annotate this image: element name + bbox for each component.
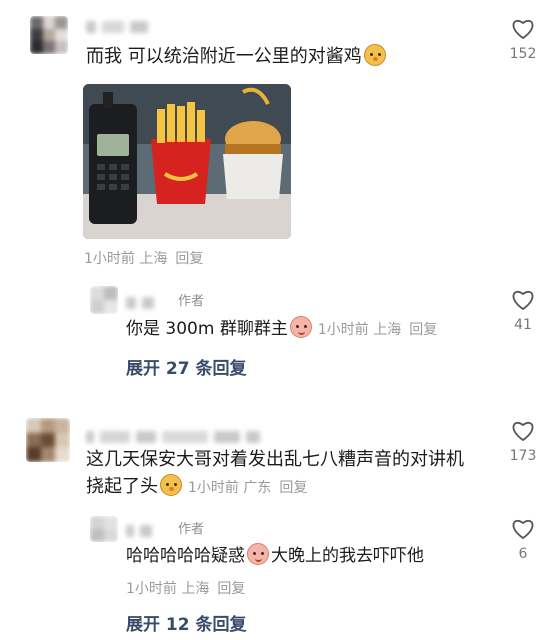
like-button[interactable]: 152 xyxy=(503,18,543,62)
reply-meta: 1小时前 上海 回复 xyxy=(317,322,438,338)
chick-emoji-icon xyxy=(160,474,182,496)
avatar[interactable] xyxy=(26,418,70,462)
username[interactable] xyxy=(86,18,154,33)
peach-emoji-icon xyxy=(289,316,312,338)
comment-text-line2: 挠起了头 1小时前 广东 回复 xyxy=(86,474,308,497)
username[interactable] xyxy=(126,294,160,309)
reply-meta: 1小时前 上海 回复 xyxy=(126,581,246,597)
like-button[interactable]: 41 xyxy=(503,289,543,333)
peach-emoji-icon xyxy=(247,543,269,565)
photo-illustration xyxy=(83,84,291,239)
author-tag: 作者 xyxy=(178,522,205,537)
username[interactable] xyxy=(126,522,158,537)
avatar[interactable] xyxy=(30,16,68,54)
reply-button[interactable]: 回复 xyxy=(409,322,437,338)
like-button[interactable]: 173 xyxy=(503,420,543,464)
like-button[interactable]: 6 xyxy=(503,518,543,562)
like-count: 41 xyxy=(514,317,532,333)
reply-text: 哈哈哈哈哈疑惑 大晚上的我去吓吓他 xyxy=(126,543,424,569)
comment-image[interactable] xyxy=(83,84,291,239)
expand-replies-button[interactable]: 展开 12 条回复 xyxy=(126,610,247,635)
username[interactable] xyxy=(86,428,266,443)
reply-button[interactable]: 回复 xyxy=(217,581,245,597)
like-count: 152 xyxy=(509,46,537,62)
comment-meta: 1小时前 上海 回复 xyxy=(84,251,204,267)
heart-outline-icon xyxy=(512,421,534,442)
expand-replies-button[interactable]: 展开 27 条回复 xyxy=(126,354,247,379)
like-count: 6 xyxy=(518,546,528,562)
reply-text: 你是 300m 群聊群主 1小时前 上海 回复 xyxy=(126,316,437,343)
comment-text: 这几天保安大哥对着发出乱七八糟声音的对讲机 xyxy=(86,449,464,470)
reply-button[interactable]: 回复 xyxy=(175,251,203,267)
avatar[interactable] xyxy=(90,286,118,314)
heart-outline-icon xyxy=(512,290,534,311)
avatar[interactable] xyxy=(90,516,118,542)
comment-meta: 1小时前 广东 回复 xyxy=(188,480,308,496)
comment-text: 而我 可以统治附近一公里的对酱鸡 xyxy=(86,44,388,70)
chick-emoji-icon xyxy=(363,44,386,66)
heart-outline-icon xyxy=(512,519,534,540)
author-tag: 作者 xyxy=(178,294,205,309)
like-count: 173 xyxy=(509,448,537,464)
heart-outline-icon xyxy=(512,19,534,40)
reply-button[interactable]: 回复 xyxy=(279,480,307,496)
